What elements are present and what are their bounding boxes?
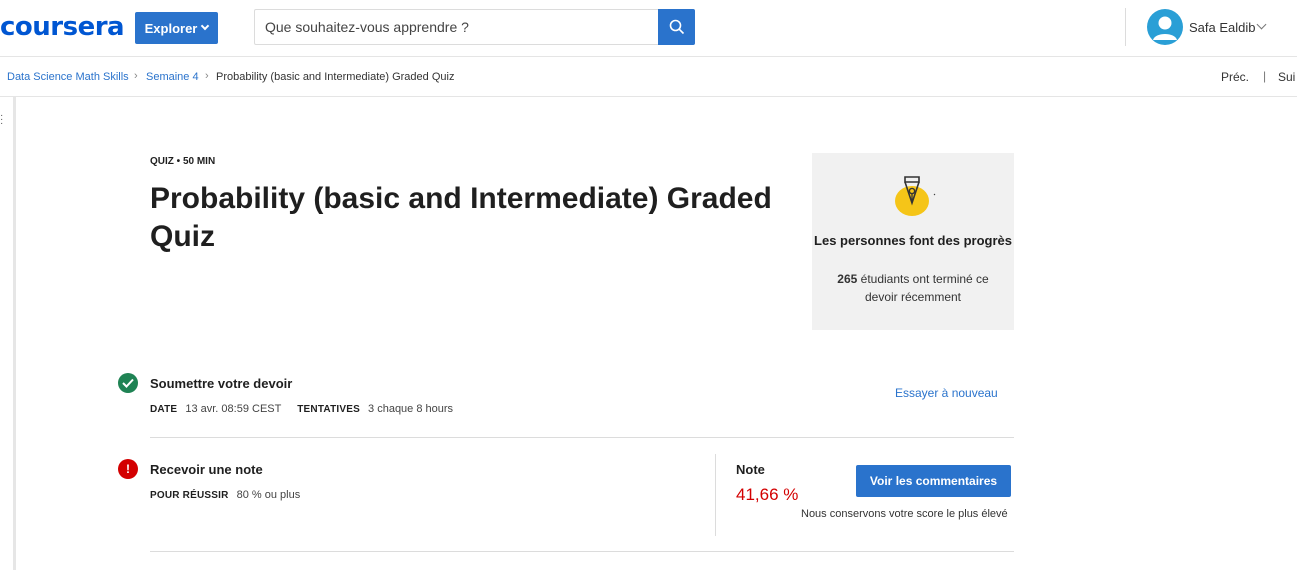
breadcrumb: Data Science Math Skills › Semaine 4 › P… [0,57,1297,97]
explore-button-label: Explorer [144,20,198,36]
check-circle-icon [118,373,138,393]
vertical-divider [715,454,716,536]
progress-card: Les personnes font des progrès 265 étudi… [812,153,1014,330]
breadcrumb-week-link[interactable]: Semaine 4 [146,71,199,83]
coursera-logo[interactable]: coursera [0,12,125,42]
completion-count: 265 [837,272,858,286]
nav-divider: | [1263,69,1267,83]
menu-icon[interactable]: · · · [0,111,3,129]
search-bar [254,9,695,45]
pen-nib-icon [895,176,936,216]
attempts-value: 3 chaque 8 hours [368,403,454,415]
breadcrumb-course-link[interactable]: Data Science Math Skills [7,71,129,83]
chevron-right-icon: › [205,70,209,82]
grade-step-title: Recevoir une note [150,462,263,477]
progress-card-text: 265 étudiants ont terminé ce devoir réce… [812,270,1014,306]
top-header: coursera Explorer Safa Ealdib [0,0,1297,57]
pass-value: 80 % ou plus [236,489,301,501]
user-icon [1153,16,1177,40]
progress-card-title: Les personnes font des progrès [814,233,1012,248]
search-button[interactable] [658,9,695,45]
attempts-label: TENTATIVES [297,404,360,415]
chevron-right-icon: › [134,70,138,82]
quiz-meta: QUIZ • 50 MIN [150,156,216,167]
date-value: 13 avr. 08:59 CEST [185,403,282,415]
chevron-down-icon [201,21,210,31]
search-icon [669,19,684,35]
left-rail[interactable]: · · · [0,97,16,570]
user-name[interactable]: Safa Ealdib [1189,20,1256,35]
breadcrumb-current: Probability (basic and Intermediate) Gra… [216,71,455,83]
search-input[interactable] [255,10,659,44]
avatar[interactable] [1147,9,1183,45]
keep-score-note: Nous conservons votre score le plus élev… [801,508,1008,520]
previous-link[interactable]: Préc. [1221,70,1249,84]
page-title: Probability (basic and Intermediate) Gra… [150,182,772,253]
next-link[interactable]: Sui [1278,70,1295,84]
view-feedback-button[interactable]: Voir les commentaires [856,465,1011,497]
retry-link[interactable]: Essayer à nouveau [895,386,998,400]
divider [150,551,1014,552]
explore-button[interactable]: Explorer [135,12,218,44]
submit-step-title: Soumettre votre devoir [150,376,293,391]
pass-label: POUR RÉUSSIR [150,490,229,501]
header-divider [1125,8,1126,46]
pass-requirement: POUR RÉUSSIR 80 % ou plus [150,489,300,501]
error-circle-icon: ! [118,459,138,479]
date-label: DATE [150,404,178,415]
chevron-down-icon[interactable] [1256,19,1267,30]
grade-label: Note [736,462,765,477]
completion-text: étudiants ont terminé ce devoir récemmen… [860,272,989,304]
divider [150,437,1014,438]
submit-step-details: DATE 13 avr. 08:59 CEST TENTATIVES 3 cha… [150,403,453,415]
grade-value: 41,66 % [736,485,799,504]
